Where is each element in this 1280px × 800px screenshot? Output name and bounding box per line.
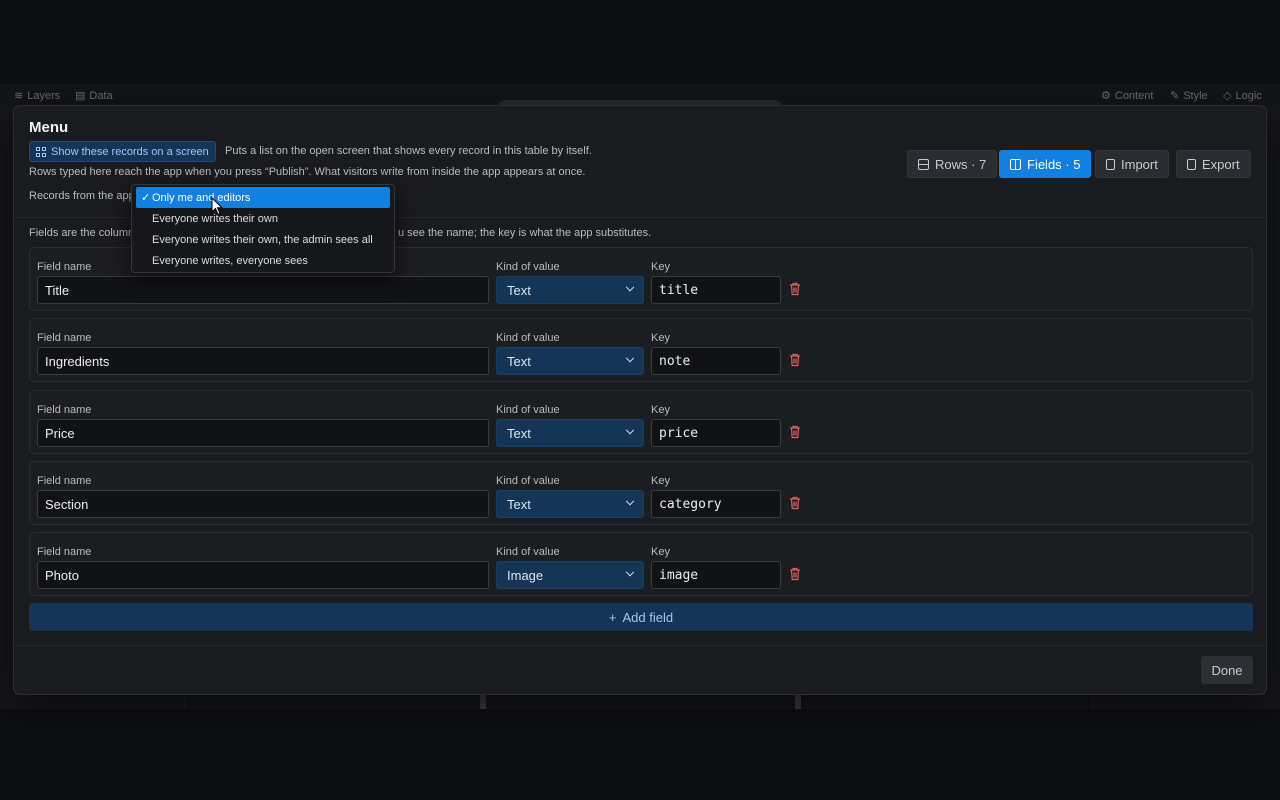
field-name-input[interactable]: Price bbox=[37, 419, 489, 447]
trash-icon[interactable] bbox=[789, 282, 801, 296]
kind-label: Kind of value bbox=[496, 475, 560, 487]
show-records-description: Puts a list on the open screen that show… bbox=[225, 145, 592, 157]
key-input[interactable]: price bbox=[651, 419, 781, 447]
columns-icon bbox=[1010, 158, 1021, 170]
file-export-icon bbox=[1187, 158, 1196, 170]
dropdown-option-everyone[interactable]: Everyone writes, everyone sees bbox=[136, 250, 390, 271]
field-name-label: Field name bbox=[37, 475, 92, 487]
bg-tab-logic: ◇ Logic bbox=[1223, 89, 1262, 103]
tab-import[interactable]: Import bbox=[1095, 150, 1169, 178]
done-button[interactable]: Done bbox=[1201, 656, 1253, 684]
key-label: Key bbox=[651, 261, 670, 273]
field-row: Field name Kind of value Key Section Tex… bbox=[29, 461, 1253, 525]
chevron-down-icon bbox=[625, 496, 635, 506]
field-name-label: Field name bbox=[37, 546, 92, 558]
bg-phone-edge-right bbox=[795, 693, 801, 709]
brush-icon: ✎ bbox=[1170, 90, 1180, 102]
field-name-label: Field name bbox=[37, 404, 92, 416]
field-name-input[interactable]: Ingredients bbox=[37, 347, 489, 375]
chevron-down-icon bbox=[625, 353, 635, 363]
bg-tab-style: ✎ Style bbox=[1170, 89, 1208, 103]
tab-rows[interactable]: Rows · 7 bbox=[907, 150, 998, 178]
field-name-input[interactable]: Photo bbox=[37, 561, 489, 589]
field-name-input[interactable]: Section bbox=[37, 490, 489, 518]
logic-icon: ◇ bbox=[1223, 90, 1232, 102]
dropdown-option-own[interactable]: Everyone writes their own bbox=[136, 208, 390, 229]
database-icon: ▤ bbox=[75, 90, 86, 102]
tab-export[interactable]: Export bbox=[1176, 150, 1251, 178]
kind-select[interactable]: Image bbox=[496, 561, 644, 589]
bg-tab-layers: ≋ Layers bbox=[14, 89, 61, 103]
trash-icon[interactable] bbox=[789, 496, 801, 510]
field-row: Field name Kind of value Key Price Text … bbox=[29, 390, 1253, 454]
key-label: Key bbox=[651, 332, 670, 344]
kind-select[interactable]: Text bbox=[496, 276, 644, 304]
trash-icon[interactable] bbox=[789, 567, 801, 581]
trash-icon[interactable] bbox=[789, 353, 801, 367]
field-row: Field name Kind of value Key Ingredients… bbox=[29, 318, 1253, 382]
records-permission-label: Records from the app bbox=[29, 190, 135, 202]
file-import-icon bbox=[1106, 158, 1115, 170]
layers-icon: ≋ bbox=[14, 90, 24, 102]
dropdown-option-own-admin[interactable]: Everyone writes their own, the admin see… bbox=[136, 229, 390, 250]
key-input[interactable]: image bbox=[651, 561, 781, 589]
key-label: Key bbox=[651, 546, 670, 558]
tab-fields[interactable]: Fields · 5 bbox=[999, 150, 1092, 178]
rows-icon bbox=[918, 158, 929, 170]
trash-icon[interactable] bbox=[789, 425, 801, 439]
kind-label: Kind of value bbox=[496, 404, 560, 416]
bg-tab-data: ▤ Data bbox=[75, 89, 113, 103]
kind-select[interactable]: Text bbox=[496, 347, 644, 375]
key-input[interactable]: note bbox=[651, 347, 781, 375]
kind-select[interactable]: Text bbox=[496, 490, 644, 518]
key-label: Key bbox=[651, 404, 670, 416]
show-records-label: Show these records on a screen bbox=[51, 145, 209, 158]
key-input[interactable]: category bbox=[651, 490, 781, 518]
grid-icon bbox=[36, 146, 46, 157]
kind-label: Kind of value bbox=[496, 261, 560, 273]
field-name-label: Field name bbox=[37, 261, 92, 273]
key-label: Key bbox=[651, 475, 670, 487]
mouse-cursor-icon bbox=[211, 197, 224, 216]
gear-icon: ⚙ bbox=[1101, 90, 1111, 102]
bg-phone-edge-left bbox=[480, 693, 486, 709]
plus-icon: + bbox=[608, 609, 617, 625]
field-name-input[interactable]: Title bbox=[37, 276, 489, 304]
bg-tab-content: ⚙ Content bbox=[1101, 89, 1154, 103]
footer-divider bbox=[14, 645, 1266, 646]
add-field-button[interactable]: + Add field bbox=[29, 603, 1253, 631]
field-name-label: Field name bbox=[37, 332, 92, 344]
chevron-down-icon bbox=[625, 425, 635, 435]
permission-dropdown: ✓ Only me and editors Everyone writes th… bbox=[131, 184, 395, 273]
check-icon: ✓ bbox=[141, 192, 151, 204]
publish-note: Rows typed here reach the app when you p… bbox=[29, 166, 586, 178]
show-records-button[interactable]: Show these records on a screen bbox=[29, 141, 216, 162]
modal-title: Menu bbox=[29, 119, 69, 136]
key-input[interactable]: title bbox=[651, 276, 781, 304]
dropdown-option-only-me[interactable]: ✓ Only me and editors bbox=[136, 187, 390, 208]
kind-label: Kind of value bbox=[496, 546, 560, 558]
field-row: Field name Kind of value Key Photo Image… bbox=[29, 532, 1253, 596]
fields-help-text: Fields are the columns u see the name; t… bbox=[29, 227, 652, 239]
kind-label: Kind of value bbox=[496, 332, 560, 344]
kind-select[interactable]: Text bbox=[496, 419, 644, 447]
chevron-down-icon bbox=[625, 567, 635, 577]
chevron-down-icon bbox=[625, 282, 635, 292]
